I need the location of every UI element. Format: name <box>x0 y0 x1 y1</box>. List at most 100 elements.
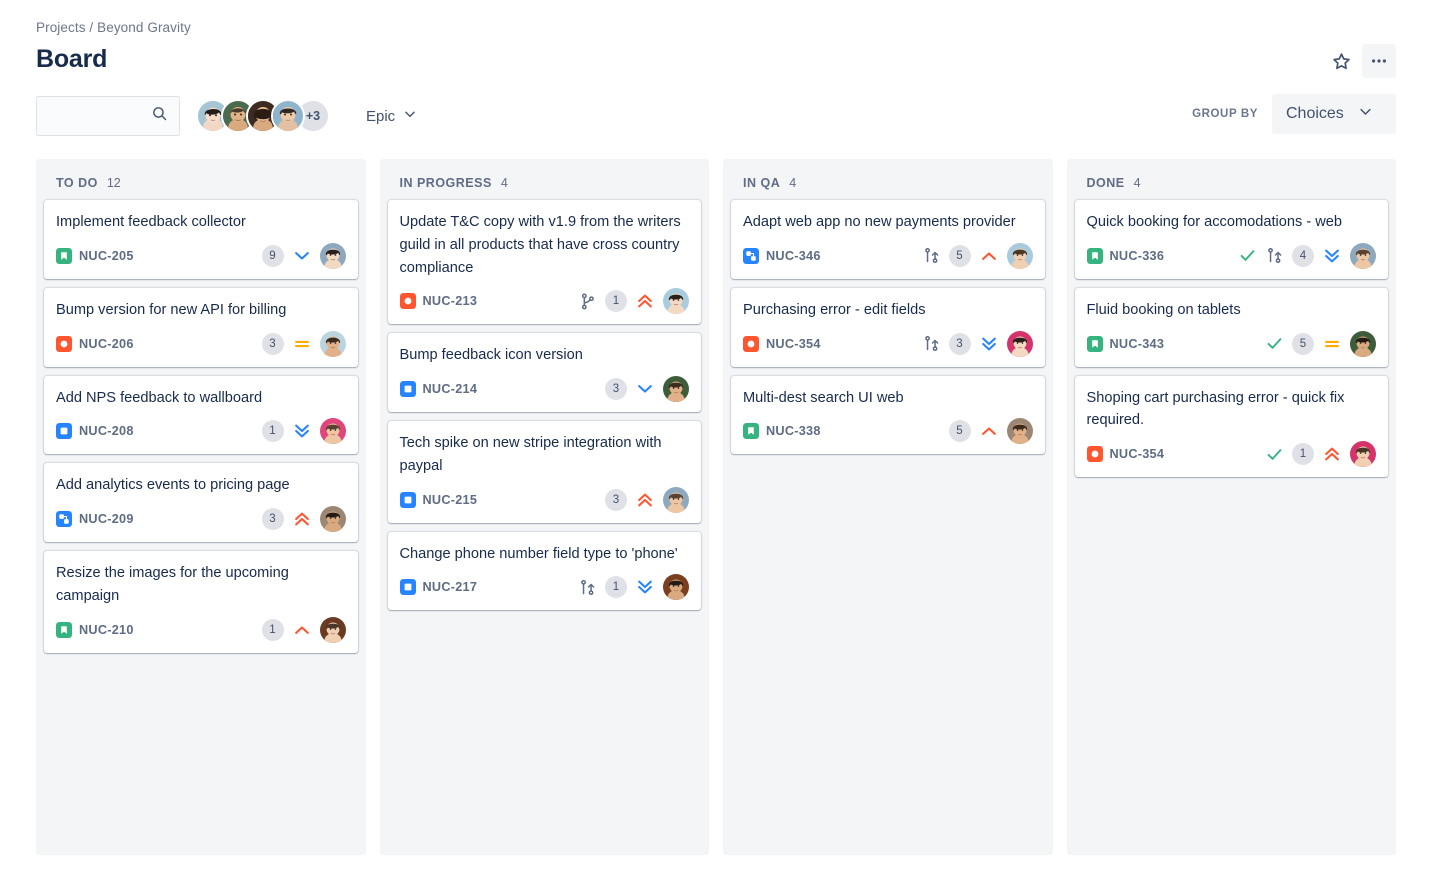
issue-key-group[interactable]: NUC-208 <box>56 423 134 440</box>
star-icon[interactable] <box>1324 44 1358 78</box>
issue-card[interactable]: Add analytics events to pricing page NUC-… <box>44 463 358 543</box>
issue-type-story-icon <box>1086 247 1103 264</box>
search-box[interactable] <box>36 96 180 136</box>
assignee-avatar[interactable] <box>1350 242 1376 269</box>
assignee-avatar[interactable] <box>663 288 689 315</box>
group-by-label: GROUP BY <box>1192 108 1258 120</box>
issue-card-footer: NUC-215 3 <box>399 486 689 513</box>
pull-request-icon[interactable] <box>922 246 941 265</box>
issue-card[interactable]: Resize the images for the upcoming campa… <box>44 551 358 653</box>
assignee-avatar[interactable] <box>319 242 346 269</box>
story-points: 5 <box>948 420 971 443</box>
issue-title: Tech spike on new stripe integration wit… <box>399 435 662 474</box>
issue-card[interactable]: Bump version for new API for billing NUC-… <box>44 287 358 367</box>
board-column: DONE 4 Quick booking for accomodations - w… <box>1066 159 1396 855</box>
issue-card[interactable]: Adapt web app no new payments provider NU… <box>731 200 1045 279</box>
branch-icon[interactable] <box>578 292 597 311</box>
issue-key: NUC-346 <box>766 248 821 263</box>
issue-card[interactable]: Shoping cart purchasing error - quick fi… <box>1074 375 1388 478</box>
issue-meta: 1 <box>578 574 689 601</box>
priority-medium-icon <box>292 334 312 354</box>
issue-card[interactable]: Update T&C copy with v1.9 from the write… <box>387 200 701 325</box>
issue-key: NUC-213 <box>422 294 478 309</box>
issue-key-group[interactable]: NUC-215 <box>399 491 478 508</box>
column-header: IN PROGRESS 4 <box>388 159 702 200</box>
assignee-avatar[interactable] <box>319 418 346 445</box>
column-count: 4 <box>500 176 508 190</box>
issue-card[interactable]: Quick booking for accomodations - web NUC… <box>1074 200 1388 279</box>
issue-key: NUC-208 <box>79 424 134 439</box>
issue-card[interactable]: Add NPS feedback to wallboard NUC-208 1 <box>44 375 358 455</box>
story-points: 1 <box>605 290 627 313</box>
assignee-avatar[interactable] <box>319 506 346 533</box>
assignee-avatar[interactable] <box>1006 242 1033 269</box>
pull-request-icon[interactable] <box>578 578 597 597</box>
issue-key-group[interactable]: NUC-354 <box>1086 446 1165 463</box>
assignee-avatar[interactable] <box>663 574 689 601</box>
avatar[interactable] <box>271 99 305 133</box>
story-points: 3 <box>261 508 284 531</box>
breadcrumb[interactable]: Projects / Beyond Gravity <box>36 20 1396 35</box>
done-check-icon <box>1238 246 1257 265</box>
avatar-group[interactable]: +3 <box>196 99 330 133</box>
issue-meta: 3 <box>261 506 346 533</box>
epic-filter-dropdown[interactable]: Epic <box>356 99 427 133</box>
issue-card[interactable]: Fluid booking on tablets NUC-343 5 <box>1074 287 1388 367</box>
issue-key-group[interactable]: NUC-206 <box>56 335 134 352</box>
issue-key-group[interactable]: NUC-210 <box>56 621 134 638</box>
issue-card-footer: NUC-354 1 <box>1086 441 1376 468</box>
issue-key-group[interactable]: NUC-217 <box>399 579 478 596</box>
issue-meta: 9 <box>261 242 346 269</box>
issue-title: Implement feedback collector <box>56 214 246 230</box>
done-check-icon <box>1265 445 1284 464</box>
story-points: 3 <box>948 332 971 355</box>
issue-type-story-icon <box>56 247 72 264</box>
issue-card[interactable]: Multi-dest search UI web NUC-338 5 <box>731 375 1045 455</box>
issue-key-group[interactable]: NUC-354 <box>743 335 821 352</box>
assignee-avatar[interactable] <box>663 486 689 513</box>
priority-highest-icon <box>1322 444 1342 464</box>
pull-request-icon[interactable] <box>1265 246 1284 265</box>
issue-key-group[interactable]: NUC-336 <box>1086 247 1165 264</box>
issue-key-group[interactable]: NUC-346 <box>743 247 821 264</box>
issue-key-group[interactable]: NUC-213 <box>399 293 478 310</box>
column-name: TO DO <box>56 176 98 190</box>
issue-card[interactable]: Bump feedback icon version NUC-214 3 <box>387 333 701 413</box>
issue-key: NUC-336 <box>1109 248 1165 263</box>
issue-card[interactable]: Tech spike on new stripe integration wit… <box>387 421 701 523</box>
assignee-avatar[interactable] <box>1006 330 1033 357</box>
issue-type-bug-icon <box>743 335 759 352</box>
issue-type-task-icon <box>399 491 416 508</box>
assignee-avatar[interactable] <box>319 330 346 357</box>
issue-card[interactable]: Change phone number field type to 'phone… <box>387 531 701 611</box>
priority-low-icon <box>635 379 655 399</box>
issue-key: NUC-206 <box>79 336 134 351</box>
issue-key-group[interactable]: NUC-205 <box>56 247 134 264</box>
issue-card[interactable]: Purchasing error - edit fields NUC-354 3 <box>731 287 1045 367</box>
group-by-dropdown[interactable]: Choices <box>1272 94 1396 134</box>
issue-card[interactable]: Implement feedback collector NUC-205 9 <box>44 200 358 279</box>
page-title: Board <box>36 45 108 73</box>
issue-title: Bump feedback icon version <box>399 347 583 364</box>
issue-key-group[interactable]: NUC-214 <box>399 381 478 398</box>
issue-key-group[interactable]: NUC-343 <box>1086 335 1165 352</box>
issue-title: Quick booking for accomodations - web <box>1086 214 1343 230</box>
issue-card-footer: NUC-205 9 <box>56 242 346 269</box>
assignee-avatar[interactable] <box>1350 330 1376 357</box>
issue-key-group[interactable]: NUC-338 <box>743 423 821 440</box>
column-header: IN QA 4 <box>731 159 1045 200</box>
issue-key-group[interactable]: NUC-209 <box>56 511 134 528</box>
issue-title: Fluid booking on tablets <box>1086 301 1241 318</box>
header-actions <box>1324 44 1396 78</box>
column-count: 4 <box>1133 176 1141 190</box>
assignee-avatar[interactable] <box>1350 441 1376 468</box>
kanban-board: TO DO 12 Implement feedback collector NUC-2… <box>0 138 1432 855</box>
assignee-avatar[interactable] <box>663 376 689 403</box>
story-points: 3 <box>261 332 284 355</box>
more-actions-icon[interactable] <box>1362 44 1396 78</box>
story-points: 5 <box>1292 332 1314 355</box>
pull-request-icon[interactable] <box>922 334 941 353</box>
assignee-avatar[interactable] <box>1006 418 1033 445</box>
issue-key: NUC-354 <box>766 336 821 351</box>
assignee-avatar[interactable] <box>319 616 346 643</box>
